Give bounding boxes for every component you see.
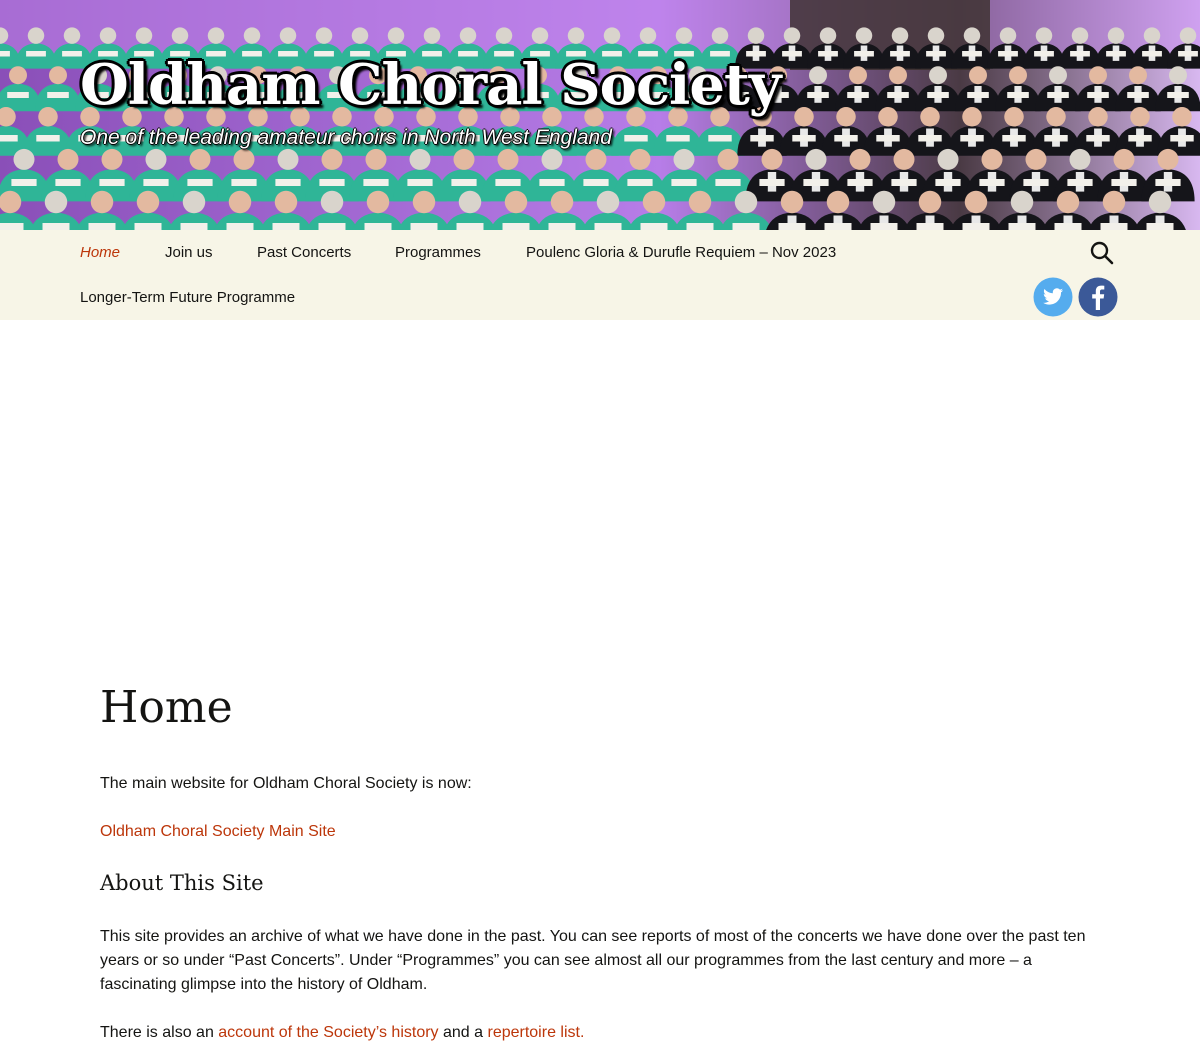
page-title: Home <box>100 682 233 733</box>
history-prefix: There is also an <box>100 1024 219 1041</box>
site-description: One of the leading amateur choirs in Nor… <box>80 126 612 149</box>
search-icon[interactable] <box>1089 240 1115 266</box>
history-middle: and a <box>438 1024 488 1041</box>
facebook-icon[interactable] <box>1078 277 1118 317</box>
nav-item-past-concerts[interactable]: Past Concerts <box>257 244 351 261</box>
site-title[interactable]: Oldham Choral Society <box>80 52 781 118</box>
nav-item-home[interactable]: Home <box>80 244 120 261</box>
main-site-link[interactable]: Oldham Choral Society Main Site <box>100 823 336 840</box>
history-link[interactable]: account of the Society’s history <box>218 1024 438 1041</box>
main-navigation: Home Join us Past Concerts Programmes Po… <box>0 230 1200 320</box>
main-site-paragraph: Oldham Choral Society Main Site <box>100 820 1100 844</box>
about-text: This site provides an archive of what we… <box>100 928 1086 993</box>
about-heading: About This Site <box>100 871 264 895</box>
site-header: Oldham Choral Society One of the leading… <box>0 0 1200 230</box>
history-paragraph: There is also an account of the Society’… <box>100 1021 1100 1045</box>
twitter-icon[interactable] <box>1033 277 1073 317</box>
nav-item-programmes[interactable]: Programmes <box>395 244 481 261</box>
nav-item-future-programme[interactable]: Longer-Term Future Programme <box>80 289 295 306</box>
nav-item-poulenc-durufle[interactable]: Poulenc Gloria & Durufle Requiem – Nov 2… <box>526 244 836 261</box>
repertoire-link[interactable]: repertoire list. <box>487 1024 584 1041</box>
intro-text: The main website for Oldham Choral Socie… <box>100 775 472 792</box>
nav-item-join-us[interactable]: Join us <box>165 244 213 261</box>
